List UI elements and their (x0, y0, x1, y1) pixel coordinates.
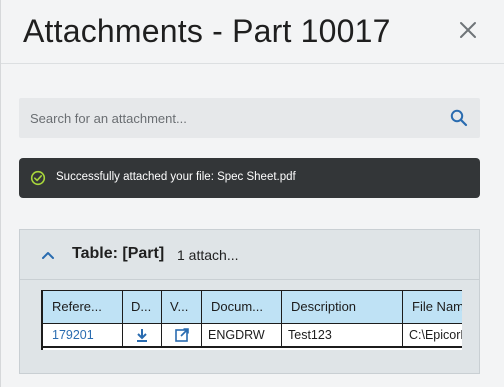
column-header-reference[interactable]: Refere... (43, 290, 123, 324)
search-input[interactable] (19, 98, 439, 138)
success-toast: Successfully attached your file: Spec Sh… (19, 158, 480, 198)
search-icon (450, 109, 468, 127)
column-header-description[interactable]: Description (282, 290, 403, 324)
cell-document-type: ENGDRW (202, 324, 282, 348)
cell-reference[interactable]: 179201 (43, 324, 123, 348)
cell-download[interactable] (123, 324, 162, 348)
download-icon[interactable] (134, 327, 150, 343)
column-header-view[interactable]: V... (162, 290, 202, 324)
toast-message: Successfully attached your file: Spec Sh… (56, 171, 296, 183)
group-header[interactable]: Table: [Part] 1 attach... (20, 230, 479, 280)
check-circle-icon (30, 170, 46, 186)
close-icon (460, 22, 476, 38)
column-header-download[interactable]: D... (123, 290, 162, 324)
panel-header: Attachments - Part 10017 (1, 0, 504, 64)
attachments-grid: Refere... D... V... Docum... Description… (41, 290, 462, 350)
search-bar (19, 98, 480, 138)
cell-view[interactable] (162, 324, 202, 348)
open-external-icon[interactable] (174, 327, 190, 343)
column-header-document-type[interactable]: Docum... (202, 290, 282, 324)
attachment-group-part: Table: [Part] 1 attach... Refere... D...… (19, 229, 480, 374)
search-button[interactable] (449, 108, 469, 128)
column-header-file-name[interactable]: File Nam (403, 290, 462, 324)
cell-description: Test123 (282, 324, 403, 348)
cell-file-name: C:\EpicorD (403, 324, 462, 348)
attachment-count: 1 attach... (177, 247, 239, 263)
page-title: Attachments - Part 10017 (23, 13, 391, 49)
attachments-panel: Attachments - Part 10017 Successfully at… (0, 0, 504, 387)
close-button[interactable] (456, 18, 480, 42)
chevron-up-icon[interactable] (40, 247, 56, 263)
group-title: Table: [Part] (72, 245, 165, 262)
